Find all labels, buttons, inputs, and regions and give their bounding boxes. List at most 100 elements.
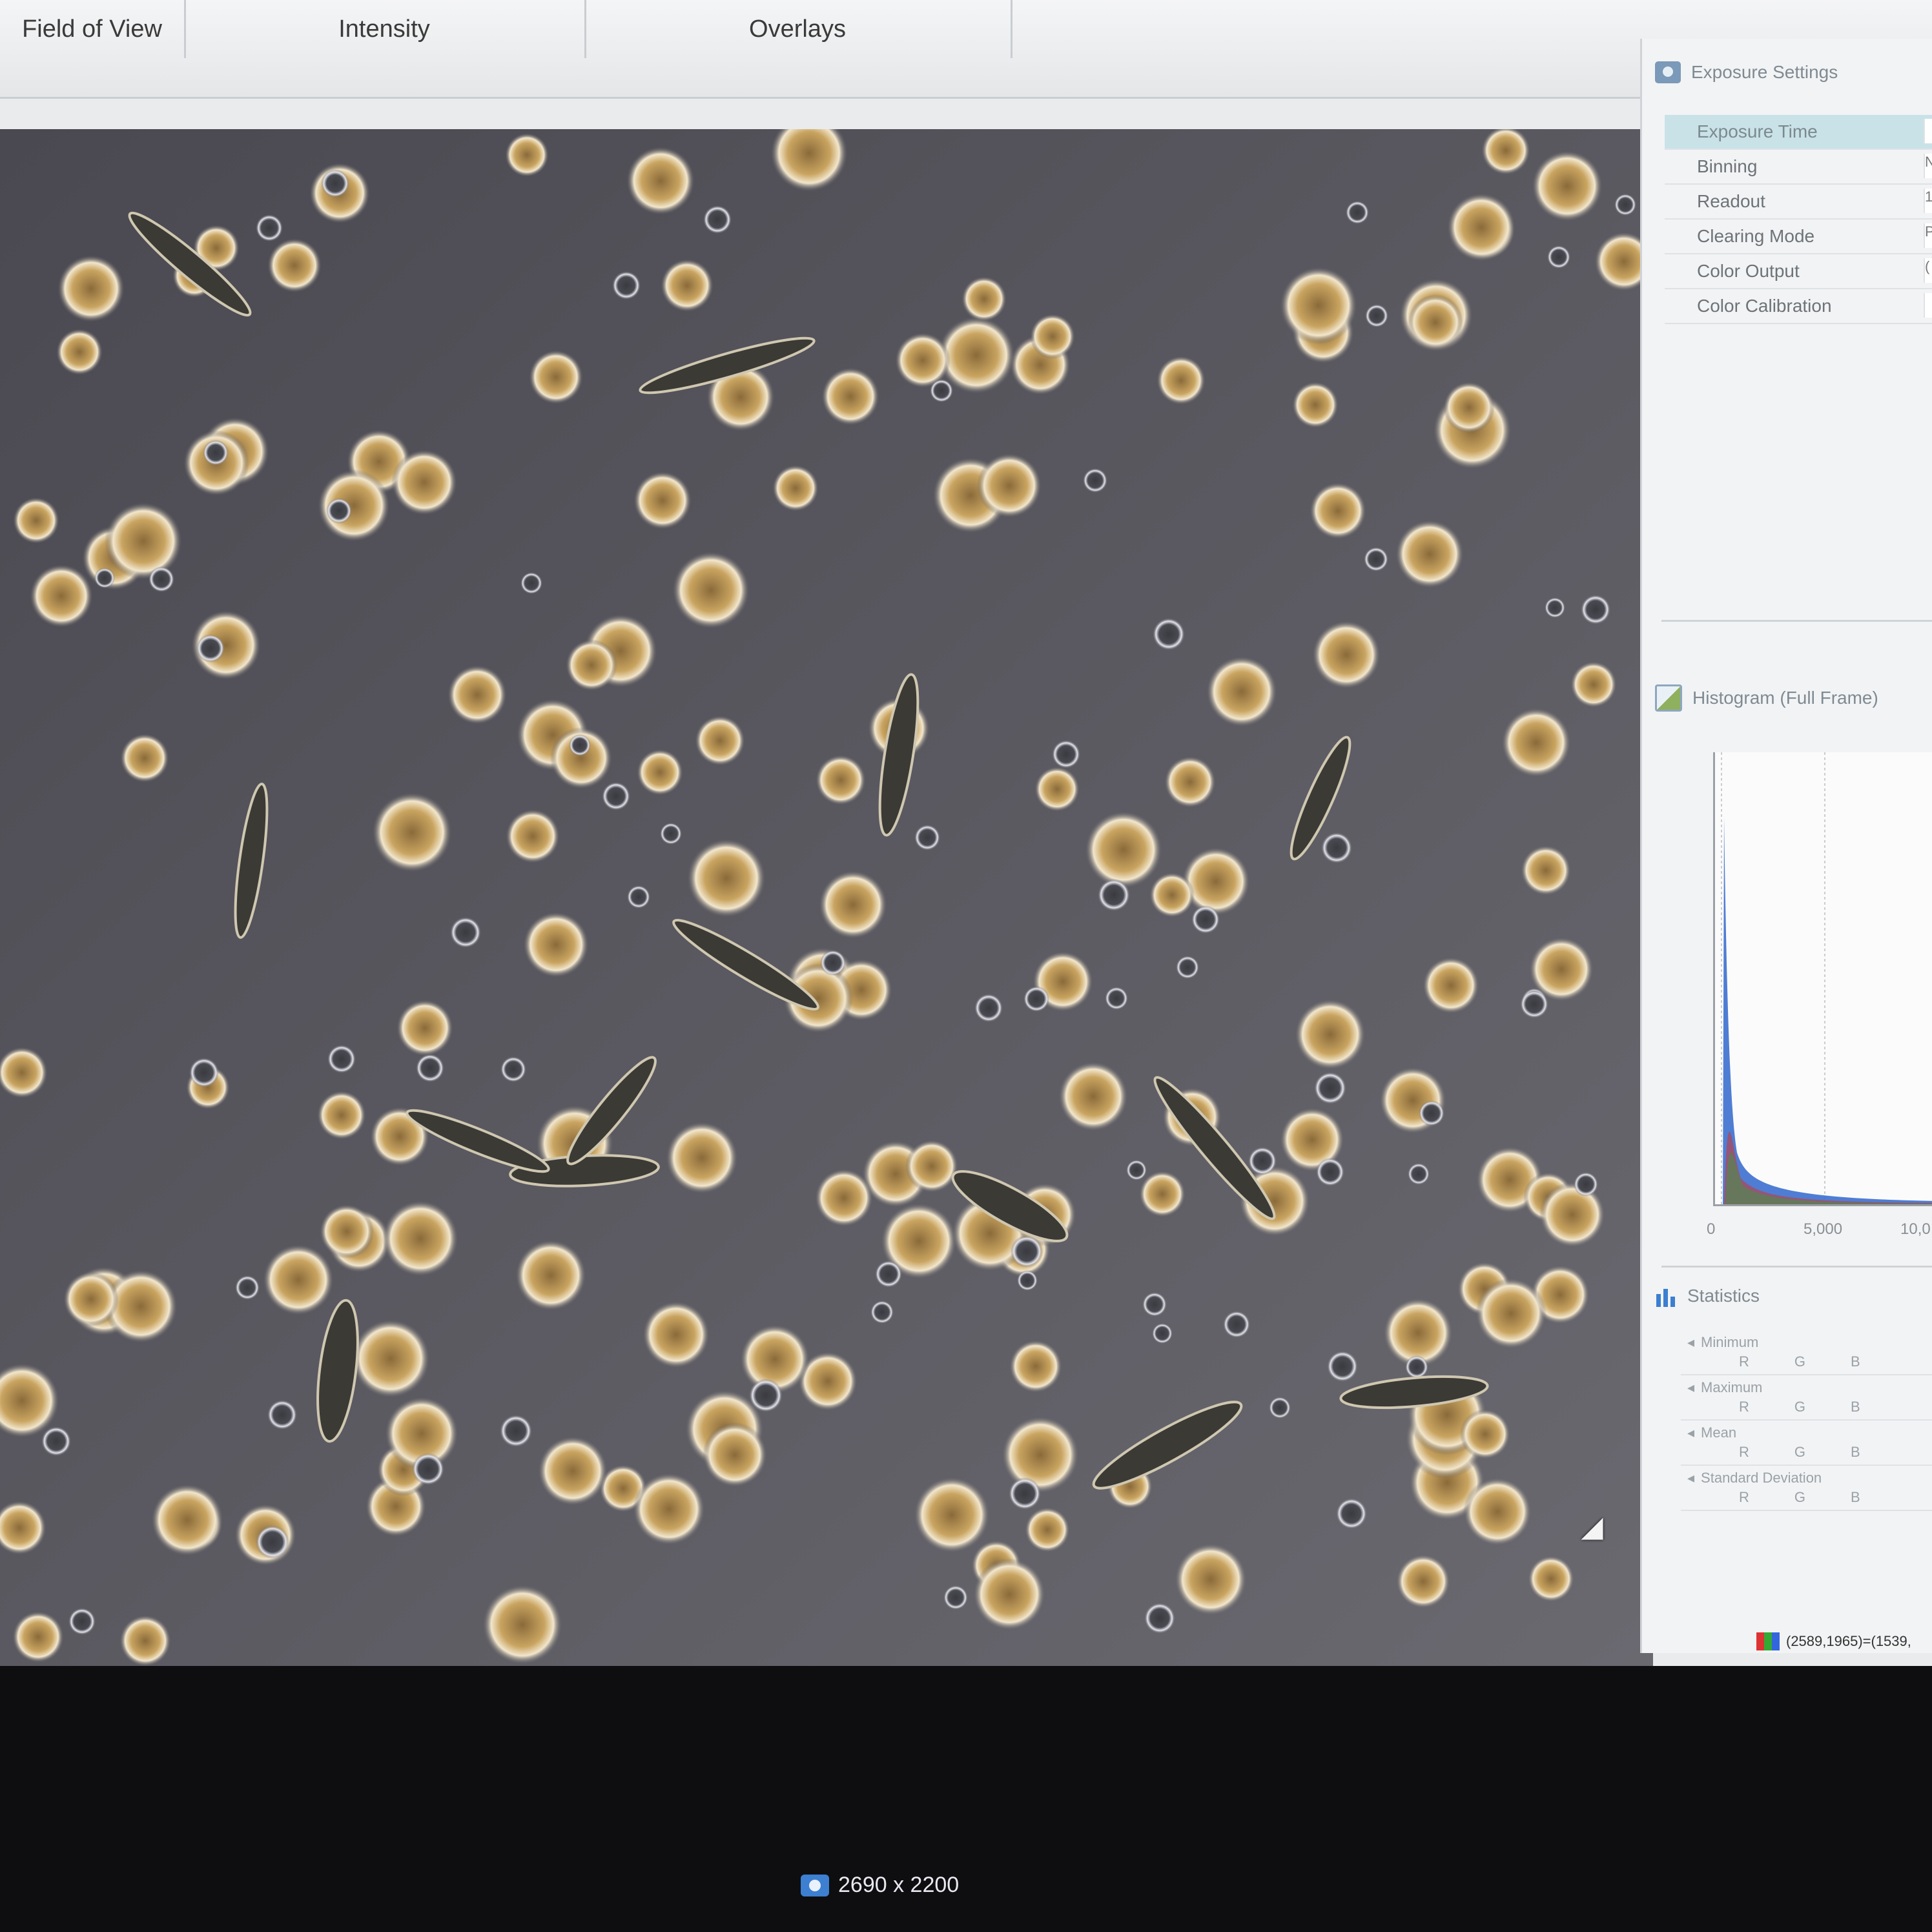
small-cell: [1153, 618, 1185, 650]
cell: [816, 755, 866, 805]
small-cell: [1336, 1498, 1367, 1529]
cell: [1002, 1416, 1079, 1494]
prop-value[interactable]: [1924, 119, 1932, 143]
col-r: R: [1739, 1489, 1749, 1505]
cell: [1532, 150, 1603, 221]
small-cell: [569, 734, 591, 756]
small-cell: [94, 568, 115, 588]
small-cell: [189, 1058, 219, 1087]
small-cell: [875, 1260, 902, 1288]
image-size-readout: 2690 x 2200: [801, 1873, 959, 1898]
cell: [566, 639, 617, 691]
cell: [351, 1319, 430, 1398]
small-cell: [326, 498, 352, 524]
cell: [672, 551, 750, 629]
cell: [1528, 1556, 1574, 1602]
small-cell: [1520, 990, 1548, 1018]
expand-arrow-icon[interactable]: ◂: [1687, 1424, 1694, 1441]
prop-color-output[interactable]: Color Output (: [1665, 254, 1932, 289]
expand-arrow-icon[interactable]: ◂: [1687, 1470, 1694, 1486]
exposure-settings-title: Exposure Settings: [1691, 62, 1838, 82]
pixel-readout: (2589,1965)=(1539,: [1756, 1627, 1932, 1656]
cell: [1292, 382, 1339, 428]
cell: [1463, 1477, 1532, 1546]
prop-value[interactable]: N: [1924, 154, 1932, 178]
small-cell: [500, 1415, 532, 1447]
prop-value[interactable]: [1924, 293, 1932, 318]
prop-color-calibration[interactable]: Color Calibration: [1665, 289, 1932, 324]
statistics-header[interactable]: Statistics: [1655, 1285, 1760, 1307]
col-g: G: [1794, 1399, 1806, 1415]
small-cell: [1581, 595, 1610, 624]
cell: [914, 1477, 990, 1553]
small-cell: [149, 566, 174, 592]
exposure-settings-header[interactable]: Exposure Settings: [1655, 61, 1838, 83]
cell: [1164, 756, 1216, 808]
rgb-icon: [1756, 1632, 1780, 1650]
small-cell: [1365, 304, 1388, 327]
prop-exposure-time[interactable]: Exposure Time: [1665, 115, 1932, 150]
small-cell: [1346, 201, 1369, 224]
stat-group-mean[interactable]: ◂ Mean R G B: [1681, 1421, 1932, 1466]
cell: [821, 367, 879, 426]
tab-intensity[interactable]: Intensity: [184, 0, 586, 58]
tab-overlays[interactable]: Overlays: [584, 0, 1012, 58]
cell: [695, 715, 745, 766]
cell: [482, 1585, 562, 1665]
prop-binning[interactable]: Binning N: [1665, 150, 1932, 185]
cell: [151, 1484, 223, 1556]
small-cell: [749, 1379, 783, 1412]
cell: [1295, 999, 1366, 1070]
expand-arrow-icon[interactable]: ◂: [1687, 1379, 1694, 1396]
stat-name-row: ◂ Standard Deviation: [1687, 1470, 1932, 1486]
small-cell: [627, 885, 650, 909]
small-cell: [1316, 1158, 1344, 1186]
bar-chart-icon: [1655, 1285, 1677, 1307]
small-cell: [1223, 1311, 1250, 1338]
small-cell: [1126, 1160, 1147, 1180]
right-panel: Exposure Settings Exposure Time Binning …: [1640, 39, 1932, 1653]
small-cell: [1176, 956, 1199, 979]
cell: [1030, 314, 1075, 359]
cell: [523, 912, 589, 978]
small-cell: [235, 1275, 260, 1300]
cell: [1395, 520, 1464, 588]
prop-value[interactable]: P: [1924, 223, 1932, 248]
prop-label: Exposure Time: [1697, 121, 1818, 141]
small-cell: [1364, 547, 1388, 571]
stat-cols: RGB: [1687, 1353, 1932, 1370]
prop-value[interactable]: 1: [1924, 189, 1932, 213]
small-cell: [660, 823, 682, 845]
stat-group-std-dev[interactable]: ◂ Standard Deviation R G B: [1681, 1466, 1932, 1511]
prop-readout[interactable]: Readout 1: [1665, 185, 1932, 220]
cell: [1206, 656, 1277, 727]
stat-name-row: ◂ Mean: [1687, 1424, 1932, 1441]
image-viewport[interactable]: [0, 129, 1653, 1666]
prop-label: Clearing Mode: [1697, 226, 1815, 246]
prop-clearing-mode[interactable]: Clearing Mode P: [1665, 220, 1932, 254]
expand-arrow-icon[interactable]: ◂: [1687, 1334, 1694, 1351]
cell: [973, 1558, 1045, 1630]
microscope-app-window: Field of View Intensity Overlays Exposur…: [0, 0, 1932, 1932]
stat-group-maximum[interactable]: ◂ Maximum R G B: [1681, 1375, 1932, 1421]
cell: [961, 276, 1007, 322]
small-cell: [1152, 1323, 1173, 1344]
col-r: R: [1739, 1399, 1749, 1415]
tab-field-of-view[interactable]: Field of View: [0, 0, 186, 58]
cell: [13, 497, 59, 544]
histogram-header[interactable]: Histogram (Full Frame): [1655, 684, 1878, 712]
stat-cols: RGB: [1687, 1489, 1932, 1506]
stat-name: Maximum: [1701, 1379, 1763, 1395]
stat-group-minimum[interactable]: ◂ Minimum R G B: [1681, 1330, 1932, 1375]
cell: [905, 1140, 958, 1193]
small-cell: [1574, 1172, 1598, 1197]
small-cell: [1614, 194, 1636, 216]
histogram-plot[interactable]: [1713, 752, 1932, 1206]
small-cell: [450, 917, 481, 948]
cell: [661, 259, 714, 312]
cell: [372, 792, 452, 872]
prop-value[interactable]: (: [1924, 258, 1932, 283]
cell: [1280, 267, 1357, 344]
small-cell: [321, 169, 349, 198]
histogram-icon: [1655, 684, 1682, 712]
